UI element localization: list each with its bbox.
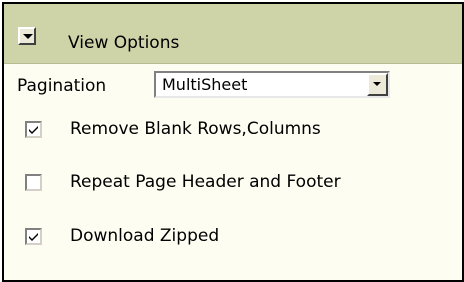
option-remove-blank-rows[interactable]: Remove Blank Rows,Columns <box>25 119 455 141</box>
chevron-down-icon <box>373 82 381 86</box>
repeat-page-header-checkbox[interactable] <box>25 174 42 191</box>
pagination-dropdown-button[interactable] <box>367 73 388 96</box>
repeat-page-header-label: Repeat Page Header and Footer <box>70 172 341 192</box>
check-icon <box>29 126 38 134</box>
download-zipped-label: Download Zipped <box>70 226 220 246</box>
remove-blank-rows-label: Remove Blank Rows,Columns <box>70 119 321 139</box>
chevron-down-icon <box>23 34 33 39</box>
view-options-panel: View Options Pagination MultiSheet Remov… <box>2 2 464 282</box>
pagination-label: Pagination <box>17 76 107 96</box>
panel-header[interactable]: View Options <box>4 4 462 64</box>
download-zipped-checkbox[interactable] <box>25 228 42 245</box>
option-repeat-page-header[interactable]: Repeat Page Header and Footer <box>25 172 455 194</box>
pagination-select[interactable]: MultiSheet <box>154 71 390 98</box>
option-download-zipped[interactable]: Download Zipped <box>25 226 455 248</box>
check-icon <box>29 233 38 241</box>
remove-blank-rows-checkbox[interactable] <box>25 121 42 138</box>
pagination-selected-value: MultiSheet <box>162 75 248 94</box>
collapse-button[interactable] <box>18 27 36 45</box>
panel-title: View Options <box>68 33 180 53</box>
